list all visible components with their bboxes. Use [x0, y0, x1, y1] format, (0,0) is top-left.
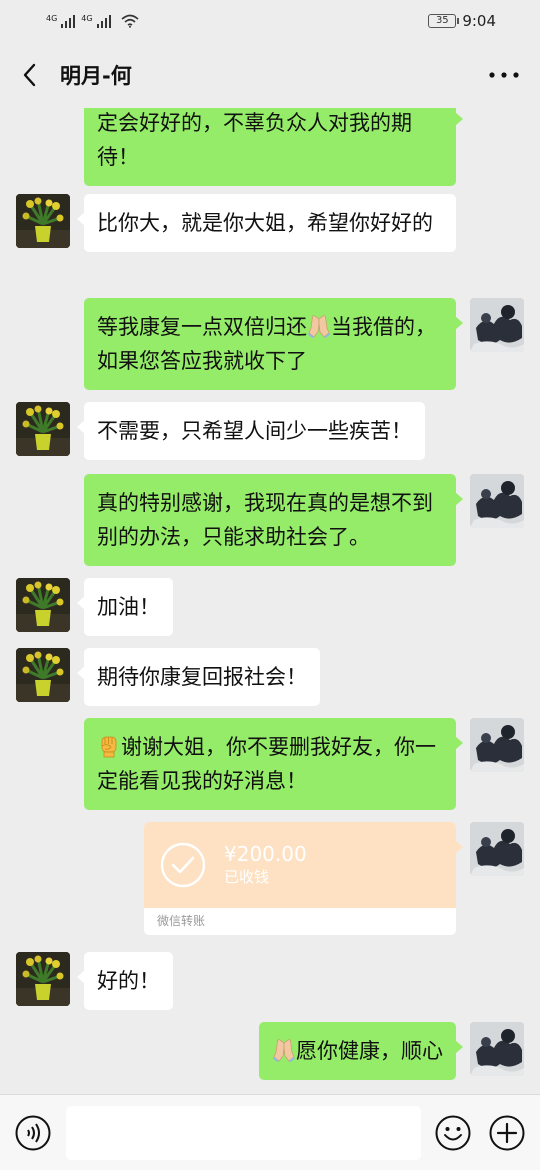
message-text: 愿你健康，顺心 [296, 1039, 443, 1063]
chat-header: 明月-何 [0, 42, 540, 108]
input-bar [0, 1094, 540, 1170]
network-type-label: 4G [81, 14, 93, 23]
battery-icon: 35 [428, 14, 460, 28]
raised-fist-icon [97, 734, 121, 758]
message-text: 谢谢大姐，你不要删我好友，你一定能看见我的好消息！ [97, 735, 436, 793]
plus-circle-icon[interactable] [489, 1115, 525, 1151]
network-type-label: 4G [46, 14, 58, 23]
smiley-icon[interactable] [435, 1115, 471, 1151]
message-text: 比你大，就是你大姐，希望你好好的 [97, 211, 433, 235]
signal-icon: 4G [81, 14, 111, 28]
message-text: 等我康复一点双倍归还 [97, 315, 307, 339]
folded-hands-icon [307, 314, 331, 338]
folded-hands-icon [272, 1038, 296, 1062]
chat-title: 明月-何 [60, 64, 132, 88]
wifi-icon [121, 14, 139, 28]
my-avatar[interactable] [470, 822, 524, 876]
contact-avatar[interactable] [16, 194, 70, 248]
transfer-bubble-tail [455, 840, 463, 854]
transfer-card-body: ¥200.00 已收钱 [144, 822, 456, 908]
status-bar: 4G 4G 35 9:04 [0, 0, 540, 42]
contact-avatar[interactable] [16, 648, 70, 702]
message-bubble-incoming[interactable]: 加油！ [77, 578, 173, 636]
message-bubble-incoming[interactable]: 比你大，就是你大姐，希望你好好的 [77, 194, 456, 252]
message-bubble-incoming[interactable]: 不需要，只希望人间少一些疾苦！ [77, 402, 425, 460]
message-bubble-incoming[interactable]: 好的！ [77, 952, 173, 1010]
my-avatar[interactable] [470, 718, 524, 772]
battery-level: 35 [435, 15, 449, 26]
contact-avatar[interactable] [16, 402, 70, 456]
check-circle-icon [160, 842, 206, 888]
signal-icon: 4G [46, 14, 76, 28]
message-text: 真的特别感谢，我现在真的是想不到别的办法，只能求助社会了。 [97, 491, 433, 549]
message-list[interactable]: 定会好好的，不辜负众人对我的期待！ 比你大，就是你大姐，希望你好好的 等我康复一… [0, 108, 540, 1094]
message-bubble-outgoing[interactable]: 真的特别感谢，我现在真的是想不到别的办法，只能求助社会了。 [84, 474, 463, 566]
message-text: 定会好好的，不辜负众人对我的期待！ [97, 111, 412, 169]
clock: 9:04 [462, 12, 496, 30]
message-bubble-incoming[interactable]: 期待你康复回报社会！ [77, 648, 320, 706]
message-text: 期待你康复回报社会！ [97, 665, 307, 689]
transfer-label: 微信转账 [157, 914, 206, 928]
my-avatar[interactable] [470, 1022, 524, 1076]
message-input[interactable] [66, 1106, 421, 1160]
message-text: 加油！ [97, 595, 160, 619]
message-bubble-outgoing[interactable]: 愿你健康，顺心 [259, 1022, 463, 1080]
message-bubble-outgoing[interactable]: 谢谢大姐，你不要删我好友，你一定能看见我的好消息！ [84, 718, 463, 810]
transfer-amount: ¥200.00 [224, 842, 307, 866]
my-avatar[interactable] [470, 298, 524, 352]
voice-icon[interactable] [15, 1115, 51, 1151]
transfer-status: 已收钱 [224, 868, 270, 886]
transfer-card[interactable]: ¥200.00 已收钱 微信转账 [144, 822, 456, 935]
message-bubble-outgoing[interactable]: 等我康复一点双倍归还 当我借的，如果您答应我就收下了 [84, 298, 463, 390]
contact-avatar[interactable] [16, 578, 70, 632]
message-text: 不需要，只希望人间少一些疾苦！ [97, 419, 412, 443]
message-bubble-outgoing[interactable]: 定会好好的，不辜负众人对我的期待！ [84, 108, 463, 186]
chevron-left-icon[interactable] [20, 62, 40, 88]
my-avatar[interactable] [470, 474, 524, 528]
more-dots-icon[interactable] [488, 71, 520, 79]
message-text: 好的！ [97, 969, 160, 993]
contact-avatar[interactable] [16, 952, 70, 1006]
